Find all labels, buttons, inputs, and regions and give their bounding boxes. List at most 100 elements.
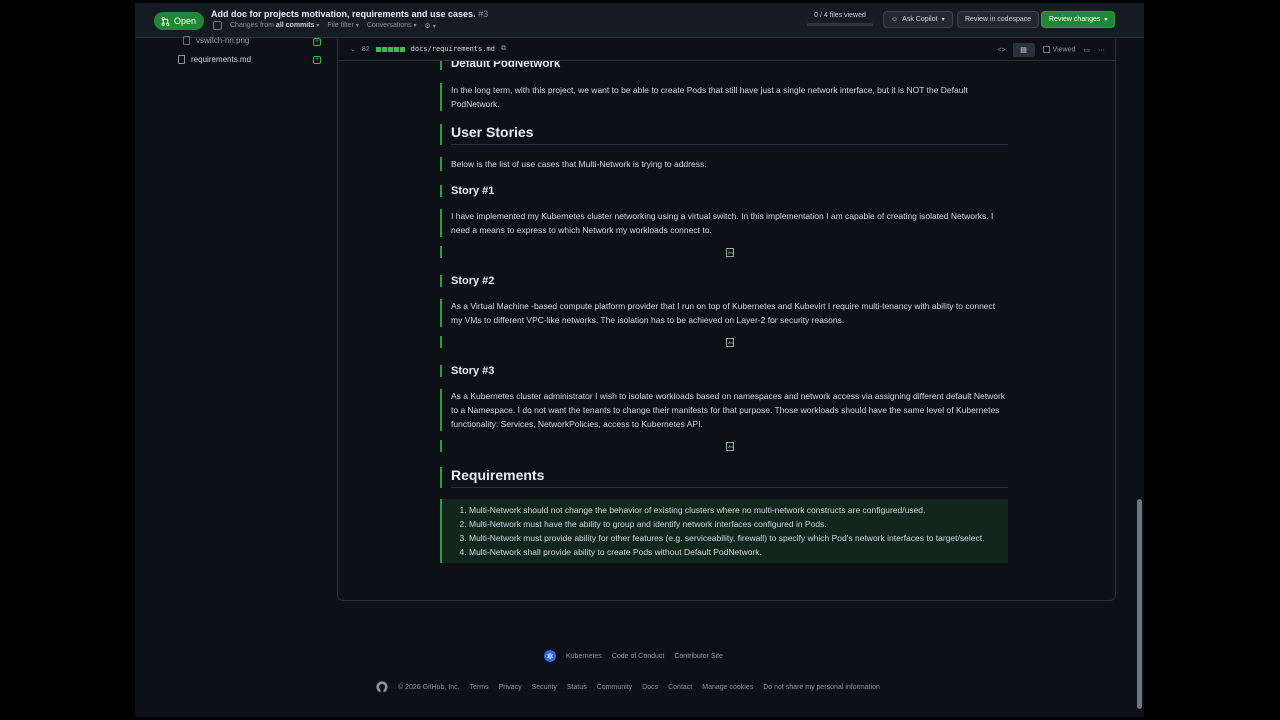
comment-icon[interactable]: ▭ <box>1083 46 1090 54</box>
footer-link-docs[interactable]: Docs <box>642 684 658 691</box>
story-text: As a Kubernetes cluster administrator I … <box>451 391 1006 429</box>
file-tree: vswitch-nn.png + requirements.md + <box>135 36 335 717</box>
changes-from-dropdown[interactable]: Changes from all commits ▾ <box>230 22 319 29</box>
file-tree-item-label: requirements.md <box>191 55 252 64</box>
requirements-list: Multi-Network should not change the beha… <box>451 503 1008 559</box>
footer-link-kubernetes[interactable]: Kubernetes <box>566 653 602 660</box>
file-tree-item[interactable]: vswitch-nn.png <box>183 36 249 45</box>
requirement-item: Multi-Network shall provide ability to c… <box>469 545 1008 559</box>
footer-link-manage-cookies[interactable]: Manage cookies <box>702 684 753 691</box>
heading-block: User Stories <box>440 124 1008 145</box>
settings-gear-icon[interactable]: ⚙ ▾ <box>425 22 436 30</box>
default-podnetwork-heading: Default PodNetwork <box>451 61 561 70</box>
pr-number[interactable]: #3 <box>478 9 488 19</box>
git-pull-request-icon <box>161 16 170 26</box>
diffstat-icon <box>375 46 405 52</box>
sidebar-toggle-icon[interactable] <box>213 21 222 30</box>
changes-from-value: all commits <box>275 22 315 29</box>
viewed-label: Viewed <box>1052 46 1076 54</box>
user-stories-heading: User Stories <box>451 124 1008 145</box>
checkbox-icon <box>1042 46 1050 54</box>
broken-image-icon <box>725 337 734 347</box>
chevron-down-icon: ▾ <box>413 23 417 29</box>
heading-block: Story #3 <box>440 365 1008 377</box>
code-view-icon[interactable]: <> <box>991 43 1013 57</box>
files-viewed-label: 0 / 4 files viewed <box>814 12 866 19</box>
rich-diff-content: Default PodNetwork In the long term, wit… <box>338 61 1115 601</box>
file-icon <box>183 36 190 45</box>
footer-link-terms[interactable]: Terms <box>470 684 489 691</box>
pr-title: Add doc for projects motivation, require… <box>211 9 488 19</box>
footer-link-do-not-share[interactable]: Do not share my personal information <box>763 684 880 691</box>
image-block <box>440 440 1008 452</box>
story-heading: Story #2 <box>451 275 495 287</box>
story-text: As a Virtual Machine -based compute plat… <box>451 301 996 325</box>
kebab-menu-icon[interactable]: ··· <box>1098 47 1105 54</box>
collapse-chevron-icon[interactable]: ⌄ <box>350 45 356 53</box>
changes-from-label: Changes from <box>230 22 274 29</box>
footer-link-privacy[interactable]: Privacy <box>499 684 522 691</box>
conversations-dropdown[interactable]: Conversations ▾ <box>367 22 417 29</box>
paragraph-block: Below is the list of use cases that Mult… <box>440 157 1008 171</box>
footer-link-contributor-site[interactable]: Contributor Site <box>674 653 723 660</box>
file-diff-header: ⌄ 82 docs/requirements.md ⧉ <> ▤ Viewed … <box>338 39 1115 61</box>
footer-link-contact[interactable]: Contact <box>668 684 692 691</box>
scrollbar-thumb[interactable] <box>1137 499 1142 709</box>
paragraph-block: In the long term, with this project, we … <box>440 83 1008 111</box>
copilot-icon: ☺ <box>891 16 899 23</box>
pr-title-text: Add doc for projects motivation, require… <box>211 9 476 19</box>
paragraph-block: I have implemented my Kubernetes cluster… <box>440 209 1008 237</box>
footer-link-community[interactable]: Community <box>597 684 632 691</box>
requirement-item: Multi-Network must provide ability for o… <box>469 531 1008 545</box>
heading-block: Requirements <box>440 467 1008 488</box>
files-viewed-bar <box>807 23 873 26</box>
conversations-label: Conversations <box>366 22 412 29</box>
pr-header: Open Add doc for projects motivation, re… <box>135 3 1144 38</box>
lines-added-count: 82 <box>361 45 370 53</box>
review-changes-label: Review changes <box>1049 16 1101 23</box>
pr-status-badge: Open <box>154 12 205 30</box>
story-text: I have implemented my Kubernetes cluster… <box>451 211 994 235</box>
file-filter-label: File filter <box>327 22 354 29</box>
file-tree-item-label: vswitch-nn.png <box>196 36 250 45</box>
story-heading: Story #3 <box>451 365 495 377</box>
chevron-down-icon: ▾ <box>941 17 945 23</box>
chevron-down-icon: ▾ <box>1104 17 1108 23</box>
footer-link-code-of-conduct[interactable]: Code of Conduct <box>612 653 665 660</box>
file-path[interactable]: docs/requirements.md <box>411 45 495 53</box>
pr-toolbar: Changes from all commits ▾ File filter ▾… <box>213 21 436 30</box>
review-changes-button[interactable]: Review changes ▾ <box>1041 11 1116 28</box>
file-filter-dropdown[interactable]: File filter ▾ <box>327 22 358 29</box>
scrollbar[interactable] <box>1136 39 1142 709</box>
kubernetes-logo-icon: ✲ <box>544 650 556 662</box>
broken-image-icon <box>725 441 734 451</box>
copy-path-icon[interactable]: ⧉ <box>501 45 506 53</box>
image-block <box>440 336 1008 348</box>
requirements-heading: Requirements <box>451 467 1008 488</box>
file-diff-header-left: ⌄ 82 docs/requirements.md ⧉ <box>350 45 506 53</box>
user-stories-intro: Below is the list of use cases that Mult… <box>451 159 707 169</box>
copyright: © 2026 GitHub, Inc. <box>398 683 460 691</box>
review-in-codespace-button[interactable]: Review in codespace <box>957 11 1040 28</box>
image-block <box>440 246 1008 258</box>
site-footer: © 2026 GitHub, Inc. Terms Privacy Securi… <box>376 681 880 693</box>
ask-copilot-label: Ask Copilot <box>902 16 938 23</box>
broken-image-icon <box>725 247 734 257</box>
requirements-list-block: Multi-Network should not change the beha… <box>440 499 1008 563</box>
files-viewed-progress: 0 / 4 files viewed <box>807 12 873 26</box>
chevron-down-icon: ▾ <box>316 23 320 29</box>
file-tree-item[interactable]: requirements.md <box>178 55 251 64</box>
pr-status-label: Open <box>174 16 197 26</box>
chevron-down-icon: ▾ <box>355 23 359 29</box>
paragraph-block: As a Kubernetes cluster administrator I … <box>440 389 1008 431</box>
heading-block: Default PodNetwork <box>440 61 1008 70</box>
footer-link-security[interactable]: Security <box>532 684 557 691</box>
org-footer: ✲ Kubernetes Code of Conduct Contributor… <box>544 650 723 662</box>
file-diff: ⌄ 82 docs/requirements.md ⧉ <> ▤ Viewed … <box>337 39 1116 601</box>
default-podnetwork-paragraph: In the long term, with this project, we … <box>451 85 968 109</box>
ask-copilot-button[interactable]: ☺ Ask Copilot ▾ <box>883 11 953 28</box>
rich-diff-icon[interactable]: ▤ <box>1012 43 1035 57</box>
github-logo-icon[interactable] <box>376 681 388 693</box>
footer-link-status[interactable]: Status <box>567 684 587 691</box>
viewed-checkbox[interactable]: Viewed <box>1042 46 1076 54</box>
